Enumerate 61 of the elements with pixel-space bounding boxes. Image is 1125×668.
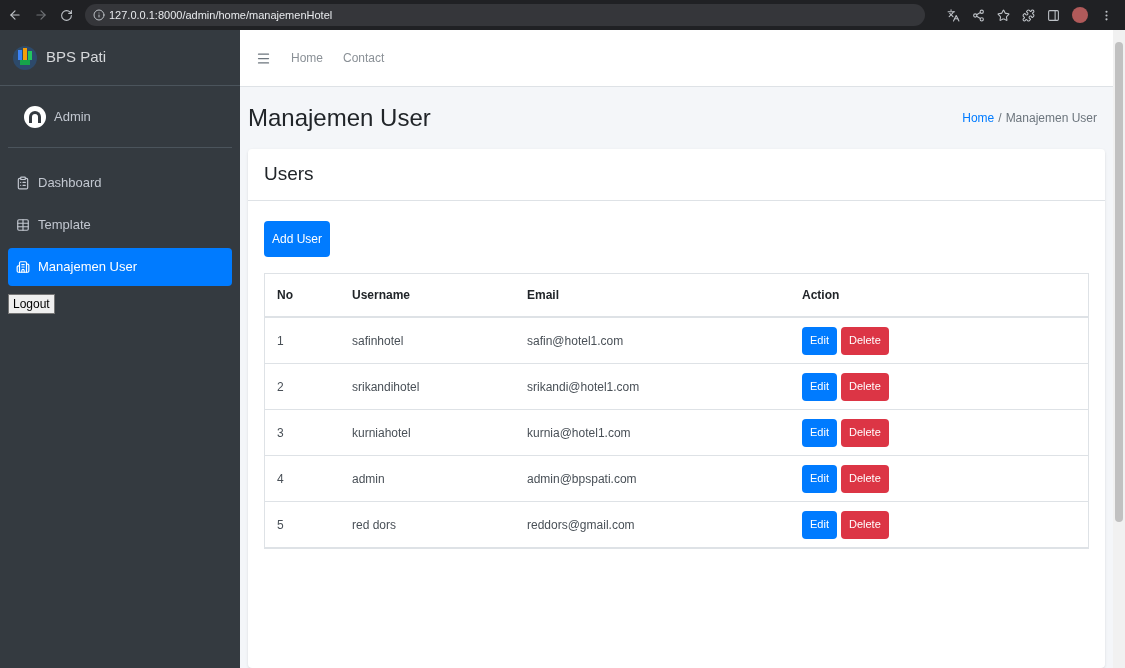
delete-button[interactable]: Delete	[840, 464, 889, 493]
table-cell-text: srikandihotel	[351, 378, 421, 396]
scrollbar[interactable]	[1113, 30, 1125, 668]
table-cell-text: safinhotel	[351, 332, 405, 350]
brand-name[interactable]: BPS Pati	[46, 46, 107, 69]
table-cell-text: admin	[351, 470, 386, 488]
nav-icon	[16, 218, 30, 232]
table-cell-text: admin@bpspati.com	[526, 470, 638, 488]
user-avatar	[24, 105, 46, 128]
page-title: Manajemen User	[248, 103, 431, 133]
nav-link[interactable]: Contact	[343, 49, 385, 67]
column-header: Email	[526, 287, 560, 304]
table-cell-text: 3	[276, 424, 285, 442]
table-cell-text: kurniahotel	[351, 424, 412, 442]
sidebar-item[interactable]: Dashboard	[8, 164, 232, 202]
table-cell-text: 4	[276, 470, 285, 488]
profile-avatar[interactable]	[1072, 7, 1088, 23]
user-name[interactable]: Admin	[54, 106, 91, 127]
back-icon[interactable]	[8, 8, 22, 22]
delete-button[interactable]: Delete	[840, 418, 889, 447]
table-cell-text: 1	[276, 332, 285, 350]
table-cell-text: red dors	[351, 516, 398, 534]
nav-icon	[16, 176, 30, 190]
nav-link[interactable]: Home	[291, 49, 323, 67]
star-icon[interactable]	[997, 8, 1010, 22]
logout-button[interactable]: Logout	[8, 294, 55, 314]
side-panel-icon[interactable]	[1047, 8, 1060, 22]
translate-icon[interactable]	[947, 8, 960, 22]
column-header: No	[276, 287, 294, 304]
breadcrumb-separator: /	[998, 110, 1002, 127]
share-icon[interactable]	[972, 8, 985, 22]
puzzle-icon[interactable]	[1022, 8, 1035, 22]
edit-button[interactable]: Edit	[802, 326, 837, 355]
menu-icon[interactable]	[256, 50, 271, 66]
breadcrumb-current: Manajemen User	[1005, 110, 1097, 127]
table-cell-text: srikandi@hotel1.com	[526, 378, 641, 396]
url-text: 127.0.0.1:8000/admin/home/manajemenHotel	[109, 7, 333, 23]
table-cell-text: reddors@gmail.com	[526, 516, 636, 534]
sidebar-item[interactable]: Template	[8, 206, 232, 244]
info-icon	[93, 9, 105, 21]
breadcrumb-link[interactable]: Home	[962, 109, 995, 127]
sidebar-item[interactable]: Manajemen User	[8, 248, 232, 286]
delete-button[interactable]: Delete	[840, 326, 889, 355]
delete-button[interactable]: Delete	[840, 372, 889, 401]
card-title: Users	[264, 162, 314, 187]
add-user-button[interactable]: Add User	[264, 221, 331, 257]
table-cell-text: kurnia@hotel1.com	[526, 424, 632, 442]
delete-button[interactable]: Delete	[840, 510, 889, 539]
nav-icon	[16, 260, 30, 274]
table-cell-text: 5	[276, 516, 285, 534]
column-header: Username	[351, 287, 412, 304]
address-bar[interactable]: 127.0.0.1:8000/admin/home/manajemenHotel	[85, 4, 925, 26]
edit-button[interactable]: Edit	[802, 372, 837, 401]
table-cell-text: 2	[276, 378, 285, 396]
column-header: Action	[801, 287, 841, 304]
reload-icon[interactable]	[60, 8, 73, 22]
edit-button[interactable]: Edit	[802, 464, 837, 493]
logo-icon	[12, 44, 38, 71]
edit-button[interactable]: Edit	[802, 510, 837, 539]
table-cell-text: safin@hotel1.com	[526, 332, 625, 350]
edit-button[interactable]: Edit	[802, 418, 837, 447]
